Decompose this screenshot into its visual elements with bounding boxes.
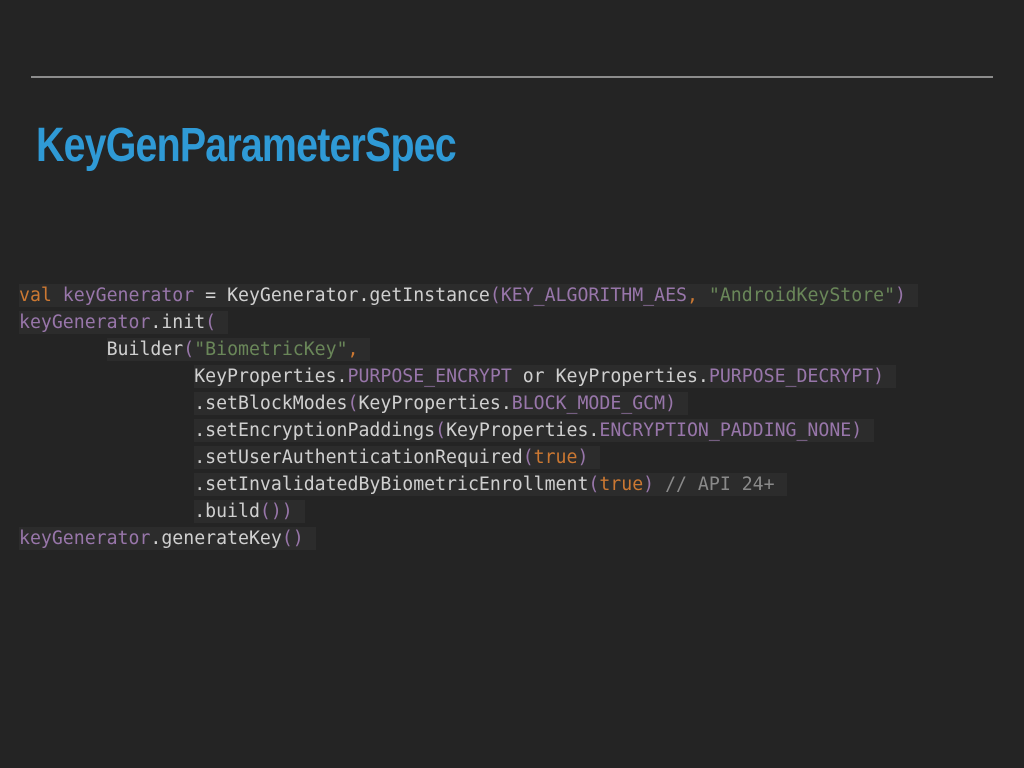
code-token: KeyProperties. [194, 366, 348, 387]
code-line: KeyProperties.PURPOSE_ENCRYPT or KeyProp… [19, 363, 918, 390]
code-token: ( [489, 285, 501, 306]
code-token: // API 24+ [654, 474, 775, 495]
code-token: .setEncryptionPaddings [194, 420, 436, 441]
code-token: ( [435, 420, 447, 441]
code-token: .setInvalidatedByBiometricEnrollment [194, 474, 589, 495]
code-token: keyGenerator [19, 312, 151, 333]
code-token: Builder [106, 339, 184, 360]
code-token: KEY_ALGORITHM_AES [500, 285, 687, 306]
code-line-content: .build()) [194, 500, 305, 523]
code-token: ( [522, 447, 534, 468]
code-line: .setBlockModes(KeyProperties.BLOCK_MODE_… [19, 390, 918, 417]
code-token: () [281, 528, 304, 549]
code-token: ) [895, 285, 906, 306]
code-token: .generateKey [150, 528, 282, 549]
code-token: BLOCK_MODE_GCM [511, 393, 666, 414]
code-token: .init [150, 312, 206, 333]
code-token: PURPOSE_ENCRYPT [347, 366, 512, 387]
code-token: .setBlockModes [194, 393, 348, 414]
code-token: ) [577, 447, 589, 468]
code-line: .setUserAuthenticationRequired(true) [19, 444, 918, 471]
code-line-content: .setEncryptionPaddings(KeyProperties.ENC… [194, 419, 875, 442]
code-line: keyGenerator.generateKey() [19, 525, 918, 552]
code-token: ) [643, 474, 655, 495]
code-token: true [533, 447, 578, 468]
code-token: .setUserAuthenticationRequired [194, 447, 523, 468]
code-line: .setEncryptionPaddings(KeyProperties.ENC… [19, 417, 918, 444]
code-token: ( [588, 474, 600, 495]
code-token: , [686, 285, 709, 306]
code-token: keyGenerator [19, 528, 151, 549]
code-line-content: keyGenerator.init( [19, 311, 229, 334]
code-token: ( [205, 312, 217, 333]
code-token: PURPOSE_DECRYPT [708, 366, 874, 387]
code-line-content: val keyGenerator = KeyGenerator.getInsta… [19, 284, 918, 307]
code-line-content: Builder("BiometricKey", [106, 338, 371, 361]
code-line-content: .setBlockModes(KeyProperties.BLOCK_MODE_… [194, 392, 689, 415]
code-token: , [347, 339, 359, 360]
code-token: "BiometricKey" [194, 339, 348, 360]
code-token: ( [183, 339, 195, 360]
code-token: "AndroidKeyStore" [708, 285, 896, 306]
code-token: or KeyProperties. [511, 366, 709, 387]
code-line: .setInvalidatedByBiometricEnrollment(tru… [19, 471, 918, 498]
code-token: = KeyGenerator.getInstance [194, 285, 490, 306]
code-token: ) [873, 366, 885, 387]
slide-title: KeyGenParameterSpec [36, 119, 457, 172]
code-line-content: .setInvalidatedByBiometricEnrollment(tru… [194, 473, 787, 496]
code-line: keyGenerator.init( [19, 309, 918, 336]
title-divider [31, 76, 993, 78]
code-token: val [19, 285, 52, 306]
code-line-content: .setUserAuthenticationRequired(true) [194, 446, 601, 469]
code-token: ENCRYPTION_PADDING_NONE [599, 420, 852, 441]
code-token: true [599, 474, 644, 495]
code-block: val keyGenerator = KeyGenerator.getInsta… [19, 282, 918, 552]
code-token: ()) [259, 501, 293, 522]
code-token: keyGenerator [51, 285, 195, 306]
code-line: .build()) [19, 498, 918, 525]
code-line-content: keyGenerator.generateKey() [19, 527, 316, 550]
code-token: KeyProperties. [358, 393, 512, 414]
code-token: .build [194, 501, 260, 522]
code-line-content: KeyProperties.PURPOSE_ENCRYPT or KeyProp… [194, 365, 897, 388]
code-token: ) [665, 393, 677, 414]
code-line: val keyGenerator = KeyGenerator.getInsta… [19, 282, 918, 309]
code-token: KeyProperties. [446, 420, 600, 441]
code-token: ( [347, 393, 359, 414]
code-line: Builder("BiometricKey", [19, 336, 918, 363]
code-token: ) [851, 420, 863, 441]
